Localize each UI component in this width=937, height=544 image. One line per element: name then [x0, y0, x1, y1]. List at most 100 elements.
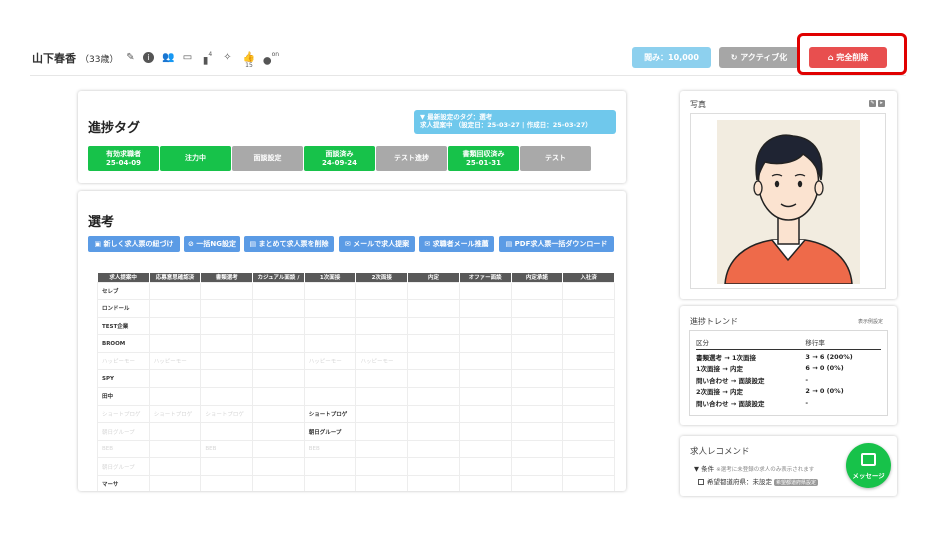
table-cell[interactable] [562, 299, 615, 318]
table-cell[interactable] [510, 369, 564, 389]
table-cell[interactable] [458, 334, 512, 353]
table-cell[interactable] [355, 299, 409, 318]
table-cell[interactable] [252, 299, 305, 318]
table-cell[interactable] [303, 299, 357, 318]
table-row[interactable]: マーサ [97, 475, 615, 491]
table-cell[interactable] [303, 316, 357, 336]
table-row[interactable]: ロンドール [97, 299, 615, 318]
table-cell[interactable] [562, 475, 615, 491]
table-cell[interactable] [252, 316, 305, 336]
table-cell[interactable] [200, 334, 254, 353]
table-cell[interactable] [148, 422, 202, 441]
table-cell[interactable] [148, 369, 202, 389]
link-job-button[interactable]: ▣ 新しく求人票の紐づけ [88, 236, 180, 252]
table-cell[interactable] [407, 387, 460, 406]
table-cell[interactable]: BEB [303, 439, 357, 459]
table-cell[interactable] [407, 422, 460, 441]
table-cell[interactable] [355, 281, 409, 301]
table-cell[interactable] [355, 334, 409, 353]
table-row[interactable]: BROOM [97, 334, 615, 353]
table-cell[interactable] [355, 404, 409, 424]
table-cell[interactable] [303, 457, 357, 477]
table-cell[interactable] [510, 404, 564, 424]
table-cell[interactable] [148, 457, 202, 477]
table-cell[interactable] [355, 439, 409, 459]
table-row[interactable]: TEST企業 [97, 316, 615, 336]
info-icon[interactable]: i [143, 52, 154, 63]
table-cell[interactable] [458, 439, 512, 459]
table-cell[interactable]: マーサ [97, 475, 150, 491]
table-cell[interactable]: ショートプロゲ [200, 404, 254, 424]
view-count-button[interactable]: 閲み：10,000 [632, 47, 711, 68]
table-cell[interactable] [148, 475, 202, 491]
bulk-delete-button[interactable]: ▤ まとめて求人票を削除 [244, 236, 334, 252]
table-cell[interactable] [303, 281, 357, 301]
table-cell[interactable] [252, 351, 305, 371]
table-cell[interactable] [510, 351, 564, 371]
table-row[interactable]: 朝日グループ 朝日グループ [97, 422, 615, 441]
table-cell[interactable] [252, 475, 305, 491]
prefecture-checkbox[interactable] [698, 479, 704, 485]
table-cell[interactable] [458, 351, 512, 371]
table-cell[interactable] [510, 475, 564, 491]
photo-edit-icon[interactable]: ✎ [869, 100, 876, 107]
trend-settings-link[interactable]: 表示例設定 [858, 318, 883, 325]
table-cell[interactable] [458, 387, 512, 406]
table-row[interactable]: ハッピーモー ハッピーモー ハッピーモー ハッピーモー [97, 351, 615, 371]
table-cell[interactable] [303, 334, 357, 353]
candidate-mail-button[interactable]: ✉ 求職者メール推薦 [419, 236, 494, 252]
table-cell[interactable] [355, 316, 409, 336]
table-cell[interactable] [303, 387, 357, 406]
table-row[interactable]: 田中 [97, 387, 615, 406]
progress-tag[interactable]: テスト進捗 [376, 146, 447, 171]
table-cell[interactable] [200, 316, 254, 336]
table-row[interactable]: SPY [97, 369, 615, 389]
table-cell[interactable]: TEST企業 [97, 316, 150, 336]
table-cell[interactable] [355, 457, 409, 477]
table-cell[interactable] [200, 351, 254, 371]
table-cell[interactable] [562, 457, 615, 477]
table-cell[interactable] [407, 404, 460, 424]
progress-tag[interactable]: テスト [520, 146, 591, 171]
table-cell[interactable] [355, 475, 409, 491]
table-cell[interactable] [458, 404, 512, 424]
table-cell[interactable] [458, 299, 512, 318]
table-cell[interactable] [562, 404, 615, 424]
table-cell[interactable] [458, 422, 512, 441]
table-cell[interactable] [303, 475, 357, 491]
table-cell[interactable]: 朝日グループ [303, 422, 357, 441]
table-cell[interactable] [252, 404, 305, 424]
progress-tag[interactable]: 書類回収済み 25-01-31 [448, 146, 519, 171]
table-cell[interactable]: ロンドール [97, 299, 150, 318]
table-cell[interactable] [148, 281, 202, 301]
table-cell[interactable]: セレブ [97, 281, 150, 301]
progress-tag[interactable]: 面談済み 24-09-24 [304, 146, 375, 171]
table-cell[interactable] [407, 369, 460, 389]
table-cell[interactable] [407, 281, 460, 301]
mail-proposal-button[interactable]: ✉ メールで求人提案 [339, 236, 415, 252]
photo-expand-icon[interactable]: ▸ [878, 100, 885, 107]
table-cell[interactable] [510, 334, 564, 353]
table-cell[interactable] [200, 387, 254, 406]
table-cell[interactable]: SPY [97, 369, 150, 389]
table-cell[interactable] [252, 281, 305, 301]
table-row[interactable]: ショートプロゲ ショートプロゲ ショートプロゲ ショートプロゲ [97, 404, 615, 424]
table-cell[interactable] [458, 369, 512, 389]
table-cell[interactable] [200, 422, 254, 441]
person-status-icon[interactable]: ●on [262, 51, 280, 66]
table-cell[interactable] [510, 439, 564, 459]
table-cell[interactable]: BEB [200, 439, 254, 459]
table-cell[interactable] [458, 457, 512, 477]
table-cell[interactable] [303, 369, 357, 389]
table-cell[interactable] [407, 299, 460, 318]
table-cell[interactable] [458, 281, 512, 301]
table-cell[interactable] [355, 369, 409, 389]
table-cell[interactable]: 朝日グループ [97, 422, 150, 441]
table-cell[interactable] [407, 334, 460, 353]
table-cell[interactable] [562, 369, 615, 389]
table-cell[interactable] [510, 299, 564, 318]
table-cell[interactable] [562, 351, 615, 371]
table-cell[interactable] [562, 316, 615, 336]
table-cell[interactable] [355, 422, 409, 441]
table-cell[interactable]: ショートプロゲ [148, 404, 202, 424]
